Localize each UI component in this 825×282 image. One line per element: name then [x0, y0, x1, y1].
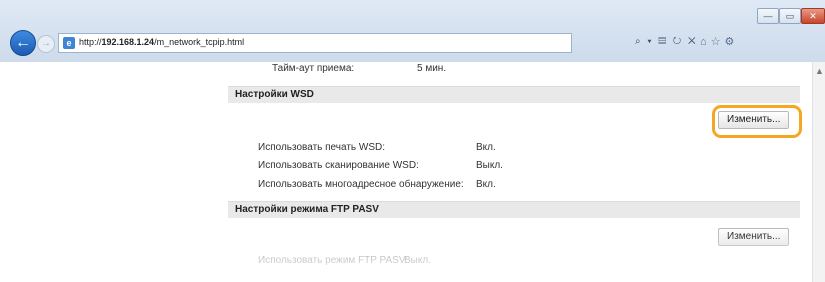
url-text: http://192.168.1.24/m_network_tcpip.html [79, 37, 244, 47]
timeout-value: 5 мин. [417, 63, 447, 74]
browser-window: — ▭ ✕ ← → e http://192.168.1.24/m_networ… [0, 0, 825, 282]
highlight-ring [712, 105, 802, 138]
url-path: /m_network_tcpip.html [154, 37, 245, 47]
ftp-section-header: Настройки режима FTP PASV [228, 201, 800, 218]
maximize-button[interactable]: ▭ [779, 8, 801, 24]
minimize-button[interactable]: — [757, 8, 779, 24]
ftp-pasv-label: Использовать режим FTP PASV: [258, 255, 408, 266]
back-button[interactable]: ← [10, 30, 36, 56]
address-bar[interactable]: e http://192.168.1.24/m_network_tcpip.ht… [58, 33, 572, 53]
ftp-section-title: Настройки режима FTP PASV [235, 204, 379, 215]
wsd-multicast-label: Использовать многоадресное обнаружение: [258, 179, 464, 190]
forward-button[interactable]: → [37, 35, 55, 53]
toolbar-icons[interactable]: ⌂☆⚙ [700, 33, 738, 51]
url-host: 192.168.1.24 [101, 37, 155, 47]
timeout-label: Тайм-аут приема: [272, 63, 355, 74]
wsd-scan-label: Использовать сканирование WSD: [258, 160, 419, 171]
wsd-print-label: Использовать печать WSD: [258, 142, 386, 153]
browser-toolbar: — ▭ ✕ ← → e http://192.168.1.24/m_networ… [0, 0, 825, 62]
star-icon[interactable]: ☆ [711, 36, 725, 48]
home-icon[interactable]: ⌂ [700, 36, 711, 48]
wsd-section-header: Настройки WSD [228, 86, 800, 103]
page-content: Тайм-аут приема: 5 мин. Настройки WSD Из… [0, 62, 812, 282]
close-button[interactable]: ✕ [801, 8, 825, 24]
ftp-change-button[interactable]: Изменить... [718, 228, 790, 246]
scroll-up-icon[interactable]: ▲ [813, 66, 825, 76]
ie-favicon-icon: e [63, 37, 75, 49]
wsd-multicast-value: Вкл. [476, 179, 496, 190]
wsd-scan-value: Выкл. [476, 160, 503, 171]
wsd-print-value: Вкл. [476, 142, 496, 153]
url-prefix: http:// [79, 37, 102, 47]
gear-icon[interactable]: ⚙ [725, 36, 739, 48]
ftp-pasv-value: Выкл. [404, 255, 431, 266]
wsd-section-title: Настройки WSD [235, 89, 314, 100]
address-tools[interactable]: ⌕ ▾ ▤ ↻ ✕ [635, 33, 698, 51]
scrollbar[interactable]: ▲ [812, 62, 825, 282]
